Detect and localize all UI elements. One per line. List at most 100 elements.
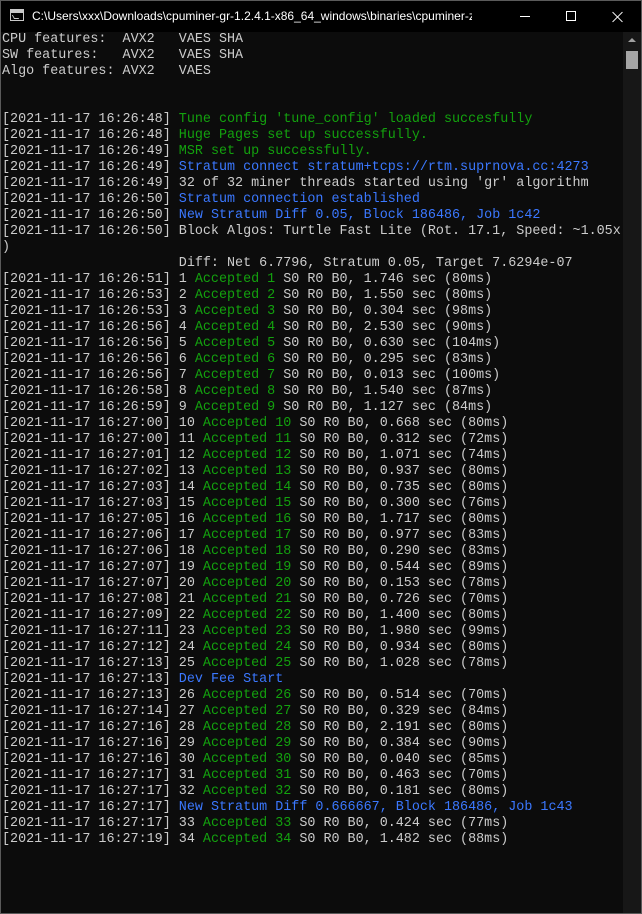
console-text-segment: S0 R0 B0, 1.980 sec (99ms) xyxy=(291,624,509,639)
console-line: [2021-11-17 16:26:58] 8 Accepted 8 S0 R0… xyxy=(1,384,623,400)
console-text-segment: [2021-11-17 16:26:49] xyxy=(2,160,179,175)
console-text-segment: Accepted 15 xyxy=(202,496,292,511)
console-text-segment: Accepted 4 xyxy=(194,320,276,335)
console-line: [2021-11-17 16:27:13] 26 Accepted 26 S0 … xyxy=(1,688,623,704)
console-text-segment: S0 R0 B0, 1.127 sec (84ms) xyxy=(275,400,493,415)
console-text-segment: Huge Pages set up successfully. xyxy=(178,128,428,143)
console-text-segment: S0 R0 B0, 2.530 sec (90ms) xyxy=(275,320,493,335)
console-text-segment: S0 R0 B0, 0.977 sec (83ms) xyxy=(291,528,509,543)
console-text-segment: [2021-11-17 16:26:59] 9 xyxy=(2,400,195,415)
console-text-segment: Accepted 17 xyxy=(202,528,292,543)
console-line: Diff: Net 6.7796, Stratum 0.05, Target 7… xyxy=(1,256,623,272)
console-text-segment: S0 R0 B0, 0.304 sec (98ms) xyxy=(275,304,493,319)
vertical-scrollbar[interactable] xyxy=(623,32,641,913)
console-text-segment: S0 R0 B0, 1.717 sec (80ms) xyxy=(291,512,509,527)
console-text-segment: New Stratum Diff 0.05, Block 186486, Job… xyxy=(178,208,541,223)
console-text-segment: Accepted 32 xyxy=(202,784,292,799)
console-text-segment: [2021-11-17 16:26:50] xyxy=(2,208,179,223)
console-text-segment: Dev Fee Start xyxy=(178,672,284,687)
console-line: [2021-11-17 16:27:16] 30 Accepted 30 S0 … xyxy=(1,752,623,768)
console-text-segment: [2021-11-17 16:27:07] 20 xyxy=(2,576,203,591)
console-text-segment: Accepted 29 xyxy=(202,736,292,751)
console-text-segment: [2021-11-17 16:27:17] 31 xyxy=(2,768,203,783)
console-text-segment: [2021-11-17 16:27:17] 33 xyxy=(2,816,203,831)
console-text-segment: [2021-11-17 16:27:08] 21 xyxy=(2,592,203,607)
console-text-segment: S0 R0 B0, 1.550 sec (80ms) xyxy=(275,288,493,303)
console-text-segment: [2021-11-17 16:27:07] 19 xyxy=(2,560,203,575)
console-text-segment: Accepted 23 xyxy=(202,624,292,639)
console-text-segment: [2021-11-17 16:27:09] 22 xyxy=(2,608,203,623)
console-line: [2021-11-17 16:26:48] Tune config 'tune_… xyxy=(1,112,623,128)
console-line: [2021-11-17 16:27:13] Dev Fee Start xyxy=(1,672,623,688)
console-text-segment: S0 R0 B0, 0.544 sec (89ms) xyxy=(291,560,509,575)
console-line: [2021-11-17 16:27:16] 28 Accepted 28 S0 … xyxy=(1,720,623,736)
console-text-segment: [2021-11-17 16:26:50] xyxy=(2,192,179,207)
scroll-up-arrow-icon[interactable] xyxy=(623,32,641,49)
console-line: [2021-11-17 16:26:53] 3 Accepted 3 S0 R0… xyxy=(1,304,623,320)
console-line: [2021-11-17 16:27:17] 33 Accepted 33 S0 … xyxy=(1,816,623,832)
console-text-segment: S0 R0 B0, 0.181 sec (80ms) xyxy=(291,784,509,799)
console-text-segment: [2021-11-17 16:26:50] Block Algos: Turtl… xyxy=(2,224,621,239)
console-text-segment: [2021-11-17 16:27:16] 28 xyxy=(2,720,203,735)
console-text-segment: [2021-11-17 16:27:13] 25 xyxy=(2,656,203,671)
console-text-segment: S0 R0 B0, 0.040 sec (85ms) xyxy=(291,752,509,767)
console-line: [2021-11-17 16:27:03] 15 Accepted 15 S0 … xyxy=(1,496,623,512)
scroll-thumb[interactable] xyxy=(626,51,638,69)
console-text-segment: Accepted 28 xyxy=(202,720,292,735)
console-text-segment: Accepted 18 xyxy=(202,544,292,559)
console-text-segment: Accepted 16 xyxy=(202,512,292,527)
console-text-segment: S0 R0 B0, 0.424 sec (77ms) xyxy=(291,816,509,831)
console-output[interactable]: CPU features: AVX2 VAES SHA SW features: … xyxy=(1,32,623,913)
console-line: [2021-11-17 16:26:53] 2 Accepted 2 S0 R0… xyxy=(1,288,623,304)
console-text-segment: Accepted 7 xyxy=(194,368,276,383)
console-text-segment: S0 R0 B0, 0.668 sec (80ms) xyxy=(291,416,509,431)
title-bar[interactable]: C:\Users\xxx\Downloads\cpuminer-gr-1.2.4… xyxy=(1,1,641,32)
console-text-segment: S0 R0 B0, 0.934 sec (80ms) xyxy=(291,640,509,655)
console-text-segment: Accepted 3 xyxy=(194,304,276,319)
console-text-segment: S0 R0 B0, 0.312 sec (72ms) xyxy=(291,432,509,447)
console-text-segment: Accepted 20 xyxy=(202,576,292,591)
console-line: CPU features: AVX2 VAES SHA xyxy=(1,32,623,48)
console-text-segment: Accepted 26 xyxy=(202,688,292,703)
console-line: [2021-11-17 16:27:02] 13 Accepted 13 S0 … xyxy=(1,464,623,480)
console-text-segment: Accepted 25 xyxy=(202,656,292,671)
console-line: Algo features: AVX2 VAES xyxy=(1,64,623,80)
console-text-segment: [2021-11-17 16:27:02] 13 xyxy=(2,464,203,479)
console-text-segment: S0 R0 B0, 0.290 sec (83ms) xyxy=(291,544,509,559)
console-text-segment: Stratum connection established xyxy=(178,192,420,207)
console-text-segment: [2021-11-17 16:27:17] xyxy=(2,800,179,815)
console-text-segment: Accepted 12 xyxy=(202,448,292,463)
console-text-segment: [2021-11-17 16:27:01] 12 xyxy=(2,448,203,463)
minimize-button[interactable] xyxy=(503,1,549,32)
console-text-segment: Accepted 2 xyxy=(194,288,276,303)
console-text-segment: Accepted 10 xyxy=(202,416,292,431)
console-line: [2021-11-17 16:27:14] 27 Accepted 27 S0 … xyxy=(1,704,623,720)
console-text-segment: [2021-11-17 16:26:56] 4 xyxy=(2,320,195,335)
console-text-segment: Accepted 6 xyxy=(194,352,276,367)
console-text-segment: [2021-11-17 16:27:16] 29 xyxy=(2,736,203,751)
console-text-segment: [2021-11-17 16:26:58] 8 xyxy=(2,384,195,399)
console-text-segment: [2021-11-17 16:26:56] 5 xyxy=(2,336,195,351)
console-text-segment: Accepted 14 xyxy=(202,480,292,495)
console-window: C:\Users\xxx\Downloads\cpuminer-gr-1.2.4… xyxy=(0,0,642,914)
console-line: [2021-11-17 16:26:56] 5 Accepted 5 S0 R0… xyxy=(1,336,623,352)
console-line: [2021-11-17 16:27:17] 32 Accepted 32 S0 … xyxy=(1,784,623,800)
console-text-segment: [2021-11-17 16:27:05] 16 xyxy=(2,512,203,527)
console-text-segment: [2021-11-17 16:27:17] 32 xyxy=(2,784,203,799)
console-text-segment: S0 R0 B0, 0.630 sec (104ms) xyxy=(275,336,501,351)
console-text-segment: Accepted 30 xyxy=(202,752,292,767)
console-line: [2021-11-17 16:27:07] 20 Accepted 20 S0 … xyxy=(1,576,623,592)
console-line: [2021-11-17 16:26:51] 1 Accepted 1 S0 R0… xyxy=(1,272,623,288)
console-text-segment: [2021-11-17 16:27:00] 11 xyxy=(2,432,203,447)
console-line: [2021-11-17 16:27:00] 11 Accepted 11 S0 … xyxy=(1,432,623,448)
console-text-segment: Stratum connect stratum+tcps://rtm.suprn… xyxy=(178,160,589,175)
console-text-segment: [2021-11-17 16:27:00] 10 xyxy=(2,416,203,431)
console-line: [2021-11-17 16:26:49] MSR set up success… xyxy=(1,144,623,160)
console-text-segment: S0 R0 B0, 0.153 sec (78ms) xyxy=(291,576,509,591)
maximize-button[interactable] xyxy=(549,1,595,32)
console-line: [2021-11-17 16:26:50] Block Algos: Turtl… xyxy=(1,224,623,240)
close-button[interactable] xyxy=(595,1,641,32)
console-line: SW features: AVX2 VAES SHA xyxy=(1,48,623,64)
console-text-segment: [2021-11-17 16:26:56] 6 xyxy=(2,352,195,367)
